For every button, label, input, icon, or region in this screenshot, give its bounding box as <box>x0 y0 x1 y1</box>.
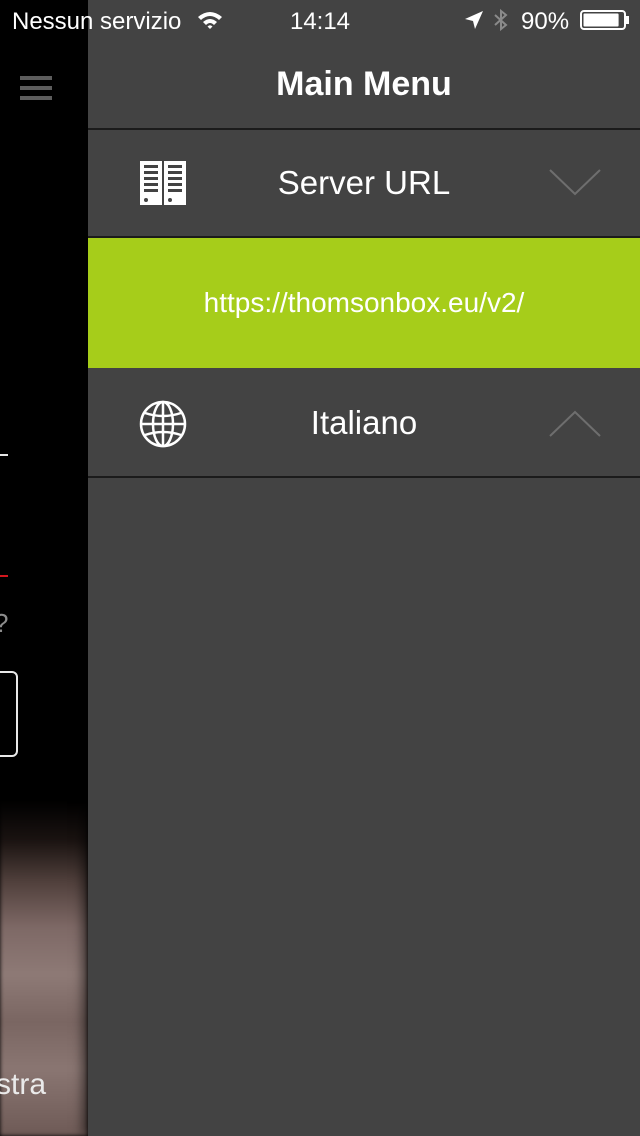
main-menu-panel: Main Menu Server URL https://thomsonbox.… <box>88 0 640 1136</box>
background-caption-text: stra <box>0 1068 47 1101</box>
hamburger-menu-icon[interactable] <box>20 76 52 100</box>
divider <box>88 476 640 478</box>
battery-icon <box>580 10 629 30</box>
menu-item-language[interactable]: Italiano <box>88 370 640 476</box>
menu-header: Main Menu <box>88 40 640 128</box>
background-question-text: ? <box>0 608 8 639</box>
chevron-down-icon <box>549 169 601 196</box>
server-url-value: https://thomsonbox.eu/v2/ <box>203 287 525 318</box>
status-bar: Nessun servizio 14:14 90% <box>0 0 640 40</box>
menu-item-server-url[interactable]: Server URL <box>88 130 640 236</box>
background-app-view: ? stra <box>0 0 88 1136</box>
server-url-field[interactable]: https://thomsonbox.eu/v2/ <box>88 238 640 368</box>
bluetooth-icon <box>494 8 508 32</box>
location-arrow-icon <box>465 11 483 29</box>
chevron-up-icon <box>549 410 601 437</box>
input-underline-error <box>0 575 8 577</box>
battery-percentage: 90% <box>521 8 570 35</box>
background-button[interactable] <box>0 671 18 757</box>
app-screen: ? stra Main Menu <box>0 0 640 1136</box>
battery-fill <box>583 13 619 27</box>
menu-title: Main Menu <box>276 64 452 103</box>
input-underline <box>0 454 8 456</box>
